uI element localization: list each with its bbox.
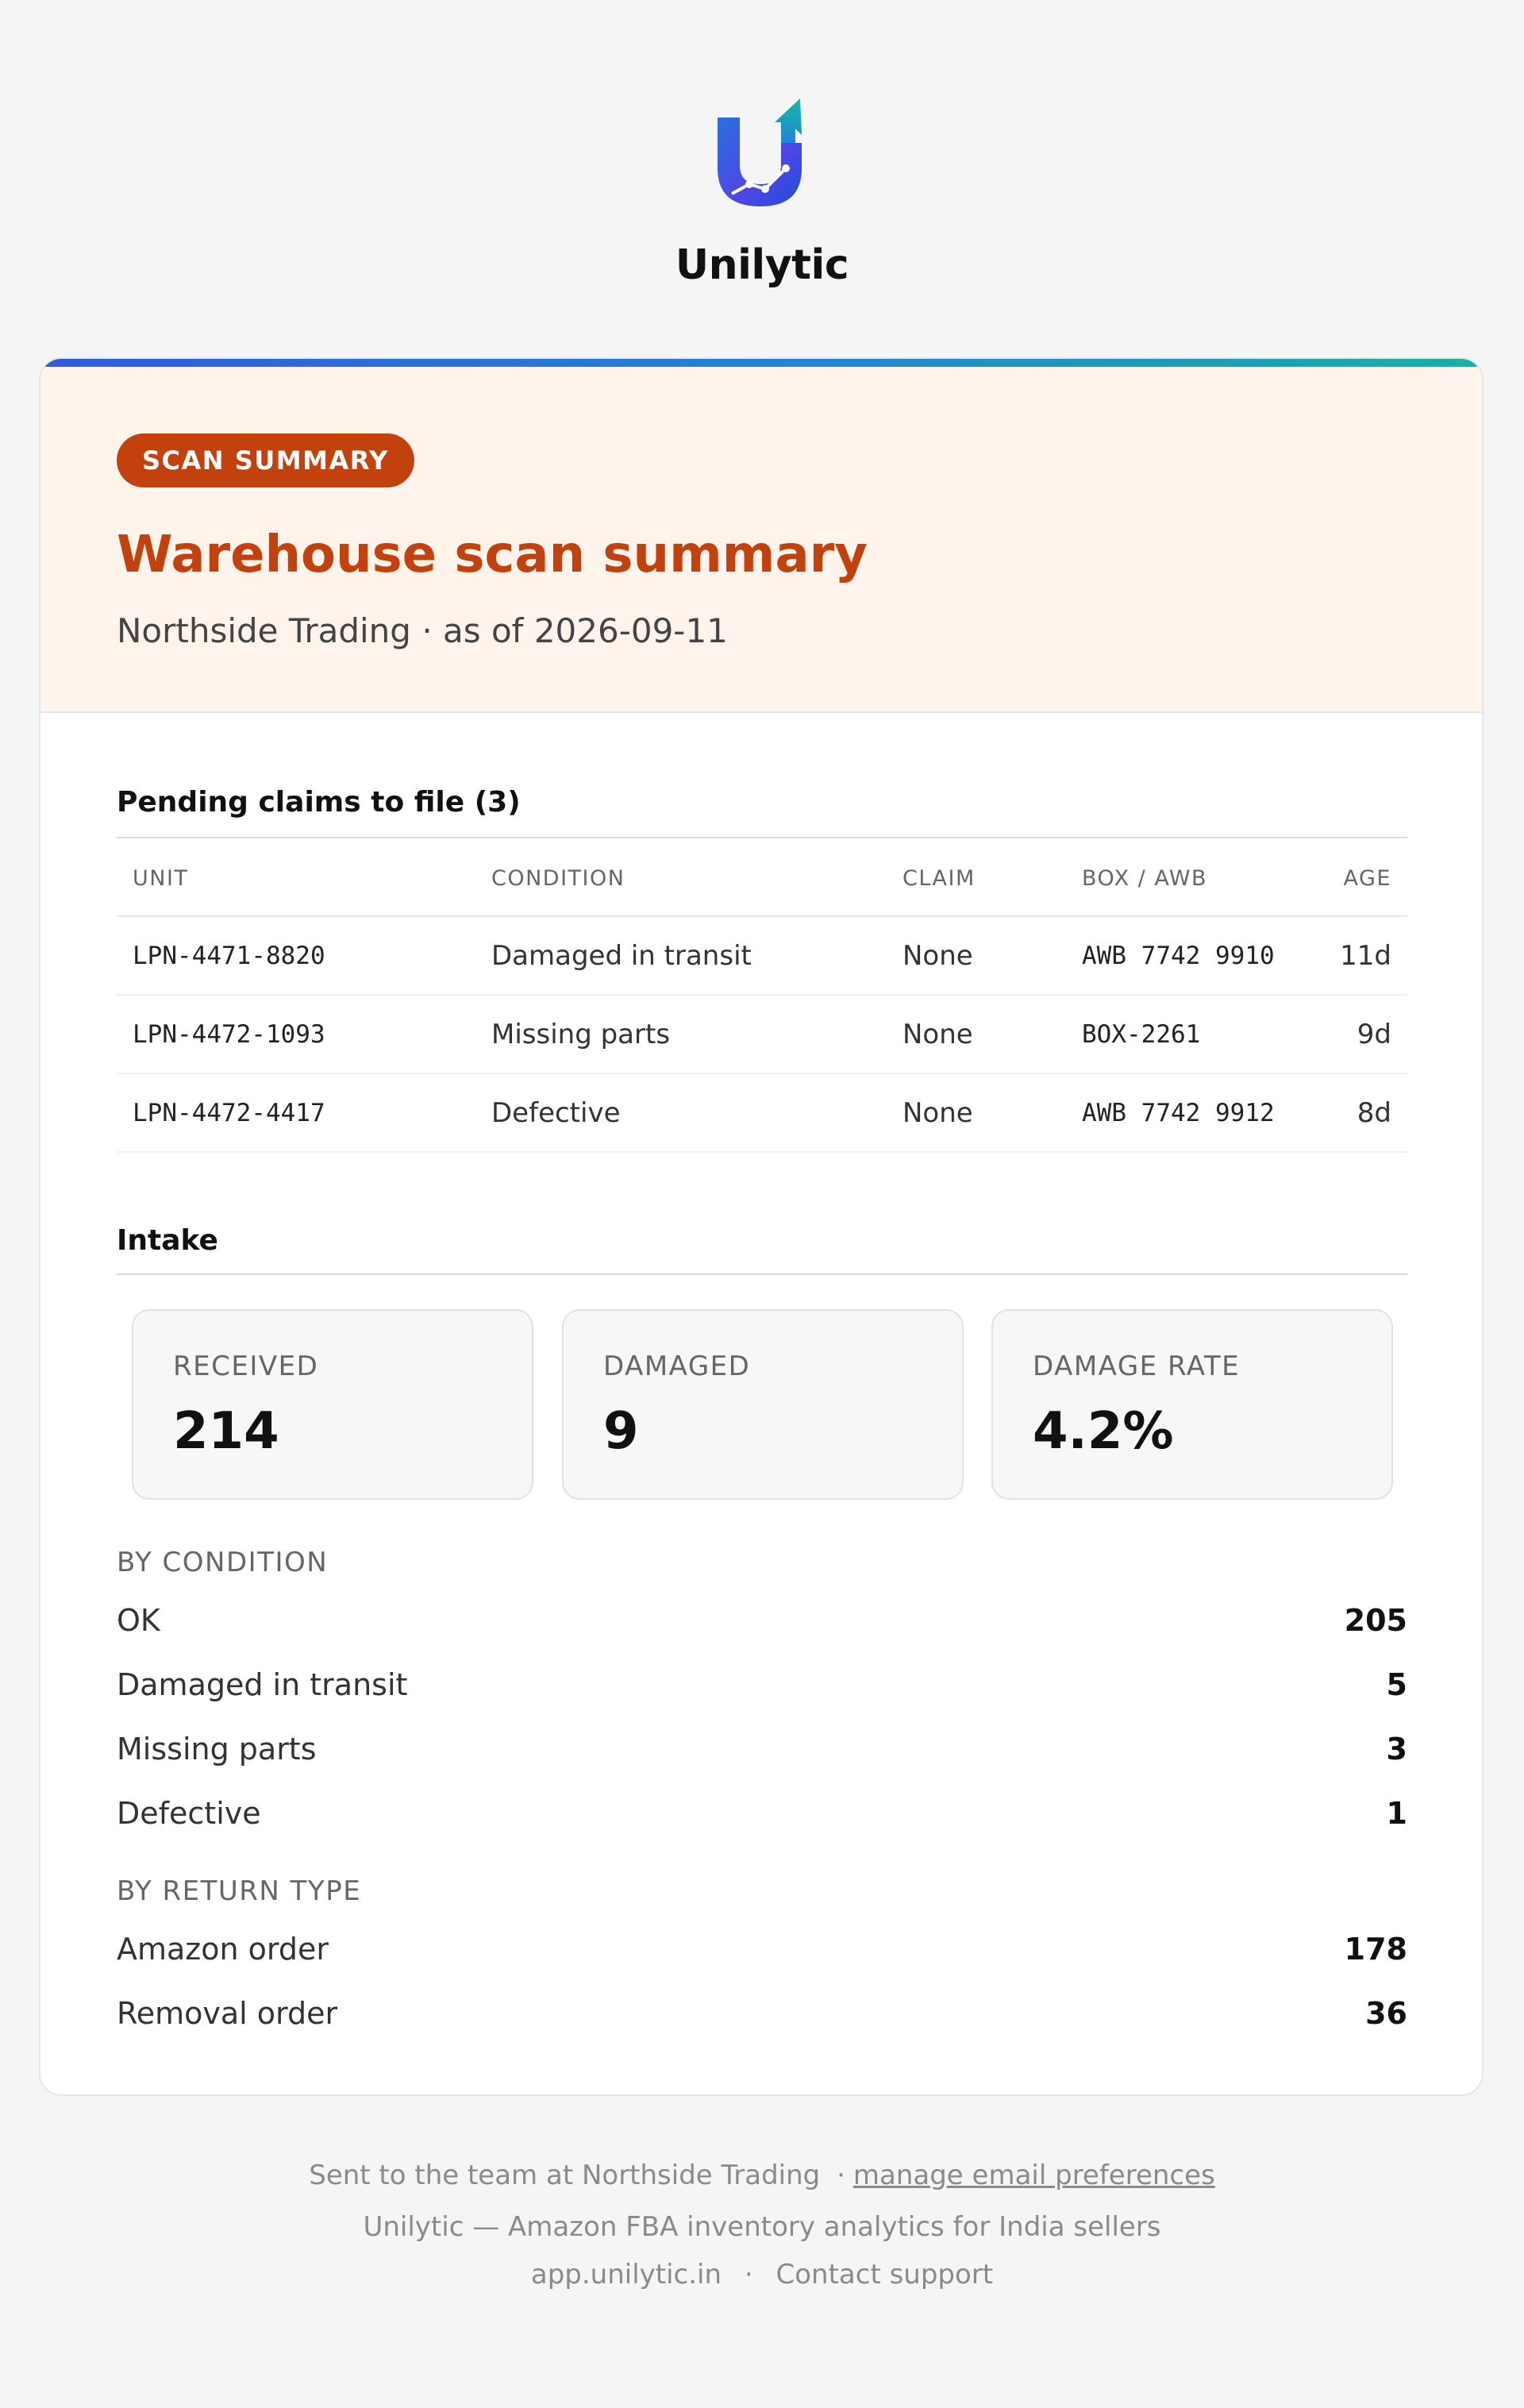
cell-condition: Defective — [475, 1073, 887, 1153]
stat-label: RECEIVED — [173, 1350, 319, 1382]
footer-line-1: Sent to the team at Northside Trading · m… — [0, 2159, 1524, 2191]
stat-value: 4.2% — [1033, 1402, 1174, 1461]
app-link[interactable]: app.unilytic.in — [531, 2259, 722, 2290]
hero-section: SCAN SUMMARY Warehouse scan summary Nort… — [40, 367, 1482, 713]
return-type-count: 36 — [1365, 1996, 1407, 2031]
intake-divider — [117, 1273, 1407, 1275]
cell-claim: None — [887, 1073, 1066, 1153]
list-item: Damaged in transit 5 — [117, 1661, 1407, 1709]
cell-box-awb: AWB 7742 9910 — [1066, 916, 1315, 996]
column-header-unit: UNIT — [117, 841, 475, 917]
footer-line-3: app.unilytic.in · Contact support — [0, 2259, 1524, 2290]
condition-name: Missing parts — [117, 1732, 317, 1767]
cell-box-awb: AWB 7742 9912 — [1066, 1073, 1315, 1153]
unilytic-logo-icon — [718, 98, 802, 206]
card-accent-bar — [40, 359, 1482, 367]
condition-name: Defective — [117, 1796, 261, 1831]
list-item: Missing parts 3 — [117, 1725, 1407, 1773]
page-subtitle: Northside Trading · as of 2026-09-11 — [117, 611, 728, 650]
stat-label: DAMAGED — [603, 1350, 751, 1382]
intake-section-title: Intake — [117, 1224, 218, 1257]
cell-age: 9d — [1314, 995, 1407, 1074]
column-header-box-awb: BOX / AWB — [1066, 841, 1315, 917]
cell-age: 11d — [1314, 916, 1407, 996]
footer-separator: · — [837, 2159, 845, 2191]
cell-unit: LPN-4472-1093 — [117, 995, 475, 1074]
condition-count: 1 — [1386, 1796, 1407, 1831]
cell-condition: Missing parts — [475, 995, 887, 1074]
list-item: OK 205 — [117, 1597, 1407, 1644]
column-header-age: AGE — [1314, 841, 1407, 917]
stat-received: RECEIVED 214 — [132, 1309, 533, 1500]
brand-header: Unilytic — [0, 95, 1524, 289]
cell-unit: LPN-4472-4417 — [117, 1073, 475, 1153]
condition-count: 3 — [1386, 1732, 1407, 1767]
footer-sent-to: Sent to the team at Northside Trading — [309, 2159, 821, 2191]
claims-table: UNIT CONDITION CLAIM BOX / AWB AGE LPN-4… — [117, 841, 1407, 1153]
scan-summary-badge: SCAN SUMMARY — [117, 433, 414, 487]
stat-damaged: DAMAGED 9 — [562, 1309, 964, 1500]
cell-age: 8d — [1314, 1073, 1407, 1153]
cell-claim: None — [887, 995, 1066, 1074]
table-header-row: UNIT CONDITION CLAIM BOX / AWB AGE — [117, 841, 1407, 917]
return-type-name: Amazon order — [117, 1932, 329, 1967]
table-row: LPN-4472-1093 Missing parts None BOX-226… — [117, 995, 1407, 1074]
stat-value: 9 — [603, 1402, 639, 1461]
claims-divider — [117, 837, 1407, 838]
footer-tagline: Unilytic — Amazon FBA inventory analytic… — [363, 2211, 1161, 2243]
table-row: LPN-4471-8820 Damaged in transit None AW… — [117, 916, 1407, 996]
list-item: Amazon order 178 — [117, 1925, 1407, 1973]
by-condition-label: BY CONDITION — [117, 1547, 329, 1578]
cell-box-awb: BOX-2261 — [1066, 995, 1315, 1074]
condition-name: OK — [117, 1603, 160, 1638]
brand-name: Unilytic — [675, 241, 849, 289]
return-type-name: Removal order — [117, 1996, 338, 2031]
column-header-claim: CLAIM — [887, 841, 1066, 917]
return-type-count: 178 — [1344, 1932, 1407, 1967]
page-title: Warehouse scan summary — [117, 526, 868, 584]
condition-count: 205 — [1344, 1603, 1407, 1638]
stat-damage-rate: DAMAGE RATE 4.2% — [991, 1309, 1393, 1500]
stat-label: DAMAGE RATE — [1033, 1350, 1241, 1382]
stat-value: 214 — [173, 1402, 279, 1461]
claims-section-title: Pending claims to file (3) — [117, 786, 521, 819]
table-row: LPN-4472-4417 Defective None AWB 7742 99… — [117, 1073, 1407, 1153]
column-header-condition: CONDITION — [475, 841, 887, 917]
footer-separator: · — [744, 2259, 753, 2290]
cell-unit: LPN-4471-8820 — [117, 916, 475, 996]
cell-claim: None — [887, 916, 1066, 996]
list-item: Removal order 36 — [117, 1990, 1407, 2037]
cell-condition: Damaged in transit — [475, 916, 887, 996]
list-item: Defective 1 — [117, 1790, 1407, 1837]
by-return-type-label: BY RETURN TYPE — [117, 1875, 362, 1907]
condition-name: Damaged in transit — [117, 1667, 408, 1702]
manage-email-preferences-link[interactable]: manage email preferences — [853, 2159, 1215, 2191]
condition-count: 5 — [1386, 1667, 1407, 1702]
contact-support-link[interactable]: Contact support — [776, 2259, 994, 2290]
